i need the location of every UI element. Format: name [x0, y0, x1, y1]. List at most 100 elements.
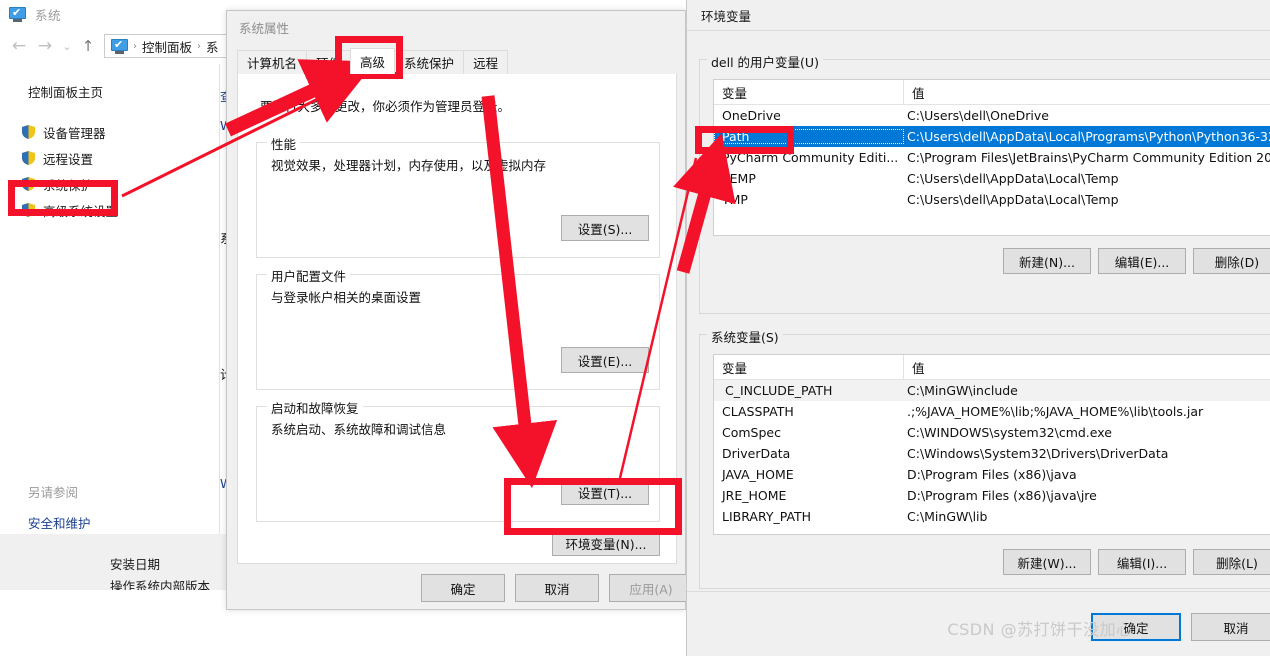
variable-name: CLASSPATH — [722, 404, 794, 419]
system-properties-footer: 确定 取消 应用(A) — [227, 568, 693, 610]
system-new-button[interactable]: 新建(W)... — [1003, 549, 1091, 575]
startup-recovery-description: 系统启动、系统故障和调试信息 — [271, 422, 447, 437]
user-variables-header: 变量 值 — [714, 80, 1270, 105]
environment-variables-title: 环境变量 — [701, 9, 752, 24]
column-header-value[interactable]: 值 — [904, 80, 1270, 104]
shield-icon — [22, 151, 35, 165]
ok-button[interactable]: 确定 — [421, 574, 505, 602]
system-edit-button[interactable]: 编辑(I)... — [1098, 549, 1186, 575]
performance-group: 性能 视觉效果，处理器计划，内存使用，以及虚拟内存 设置(S)... — [256, 134, 660, 258]
table-row[interactable]: TEMP C:\Users\dell\AppData\Local\Temp — [714, 168, 1270, 189]
system-variables-legend: 系统变量(S) — [707, 327, 783, 346]
sidebar-item-label: 设备管理器 — [43, 125, 106, 141]
table-row-selected[interactable]: Path C:\Users\dell\AppData\Local\Program… — [714, 126, 1270, 147]
startup-recovery-legend: 启动和故障恢复 — [267, 398, 363, 417]
variable-value: C:\Windows\System32\Drivers\DriverData — [907, 446, 1169, 461]
table-row[interactable]: DriverData C:\Windows\System32\Drivers\D… — [714, 443, 1270, 464]
shield-icon — [22, 125, 35, 139]
tab-remote[interactable]: 远程 — [463, 50, 509, 74]
variable-value: C:\MinGW\lib — [907, 509, 988, 524]
table-row[interactable]: PyCharm Community Editi... C:\Program Fi… — [714, 147, 1270, 168]
arrow-up-icon[interactable]: ↑ — [76, 33, 100, 59]
variable-name: ComSpec — [722, 425, 781, 440]
variable-value: C:\Users\dell\OneDrive — [907, 108, 1049, 123]
column-header-value[interactable]: 值 — [904, 355, 1270, 379]
variable-name: DriverData — [722, 446, 791, 461]
performance-legend: 性能 — [267, 134, 301, 153]
variable-name: TMP — [722, 192, 748, 207]
admin-note: 要进行大多数更改，你必须作为管理员登录。 — [260, 99, 511, 114]
user-variables-list[interactable]: 变量 值 OneDrive C:\Users\dell\OneDrive Pat… — [713, 79, 1270, 236]
system-variables-list[interactable]: 变量 值 C_INCLUDE_PATH C:\MinGW\include CLA… — [713, 354, 1270, 535]
variable-value: D:\Program Files (x86)\java — [907, 467, 1077, 482]
variable-name: LIBRARY_PATH — [722, 509, 812, 524]
see-also-link-security[interactable]: 安全和维护 — [28, 513, 91, 532]
environment-variables-body: dell 的用户变量(U) 变量 值 OneDrive C:\Users\del… — [687, 30, 1270, 656]
annotation-box-env-variables-button — [504, 478, 682, 535]
annotation-box-advanced-system-settings — [8, 180, 118, 216]
tab-advanced[interactable]: 高级 — [350, 48, 396, 74]
detail-row-label-0: 安装日期 — [110, 557, 161, 572]
tab-computer-name[interactable]: 计算机名 — [237, 50, 308, 74]
system-properties-tabstrip: 计算机名 硬件 高级 系统保护 远程 — [237, 48, 677, 75]
sidebar-item-remote-settings[interactable]: 远程设置 — [22, 145, 212, 171]
performance-description: 视觉效果，处理器计划，内存使用，以及虚拟内存 — [271, 158, 547, 173]
variable-value: C:\Users\dell\AppData\Local\Programs\Pyt… — [907, 129, 1270, 144]
breadcrumb-item-1[interactable]: 系 — [206, 37, 219, 56]
user-delete-button[interactable]: 删除(D) — [1193, 248, 1270, 274]
variable-value: C:\MinGW\include — [907, 383, 1018, 398]
variable-value: C:\Users\dell\AppData\Local\Temp — [907, 192, 1119, 207]
table-row[interactable]: ComSpec C:\WINDOWS\system32\cmd.exe — [714, 422, 1270, 443]
sidebar-item-home[interactable]: 控制面板主页 — [28, 82, 212, 101]
apply-button[interactable]: 应用(A) — [609, 574, 693, 602]
user-new-button[interactable]: 新建(N)... — [1003, 248, 1091, 274]
table-row[interactable]: TMP C:\Users\dell\AppData\Local\Temp — [714, 189, 1270, 210]
cancel-button[interactable]: 取消 — [1191, 613, 1270, 641]
variable-value: C:\WINDOWS\system32\cmd.exe — [907, 425, 1112, 440]
sidebar-item-label: 远程设置 — [43, 151, 94, 167]
variable-name: JAVA_HOME — [722, 467, 794, 482]
table-row[interactable]: C_INCLUDE_PATH C:\MinGW\include — [714, 380, 1270, 401]
table-row[interactable]: LIBRARY_PATH C:\MinGW\lib — [714, 506, 1270, 527]
breadcrumb-item-0[interactable]: 控制面板 — [142, 37, 192, 56]
variable-value: .;%JAVA_HOME%\lib;%JAVA_HOME%\lib\tools.… — [907, 404, 1204, 419]
footer-divider — [687, 591, 1270, 592]
environment-variables-dialog: 环境变量 dell 的用户变量(U) 变量 值 OneDrive C:\User… — [686, 0, 1270, 656]
user-profiles-legend: 用户配置文件 — [267, 266, 351, 285]
control-panel-sidebar: 控制面板主页 设备管理器 远程设置 系统保护 高级系统设置 另请参阅 安全和维护 — [0, 64, 212, 534]
arrow-right-icon[interactable]: → — [32, 33, 58, 59]
variable-name: C_INCLUDE_PATH — [725, 383, 833, 398]
system-monitor-icon: ✔ — [9, 6, 26, 22]
breadcrumb-separator-2: › — [197, 40, 202, 52]
variable-name: JRE_HOME — [722, 488, 787, 503]
variable-value: C:\Program Files\JetBrains\PyCharm Commu… — [907, 150, 1270, 165]
variable-name: OneDrive — [722, 108, 781, 123]
table-row[interactable]: JAVA_HOME D:\Program Files (x86)\java — [714, 464, 1270, 485]
window-title: 系统 — [35, 7, 62, 23]
user-profiles-settings-button[interactable]: 设置(E)... — [561, 347, 649, 373]
system-delete-button[interactable]: 删除(L) — [1193, 549, 1270, 575]
column-header-variable[interactable]: 变量 — [714, 355, 904, 379]
table-row[interactable]: JRE_HOME D:\Program Files (x86)\java\jre — [714, 485, 1270, 506]
see-also-section: 另请参阅 安全和维护 — [28, 482, 91, 532]
chevron-down-icon[interactable]: ⌄ — [58, 33, 76, 59]
annotation-box-path-row — [695, 126, 794, 154]
user-edit-button[interactable]: 编辑(E)... — [1098, 248, 1186, 274]
table-row[interactable]: CLASSPATH .;%JAVA_HOME%\lib;%JAVA_HOME%\… — [714, 401, 1270, 422]
system-properties-title: 系统属性 — [239, 20, 290, 36]
variable-value: C:\Users\dell\AppData\Local\Temp — [907, 171, 1119, 186]
performance-settings-button[interactable]: 设置(S)... — [561, 215, 649, 241]
see-also-title: 另请参阅 — [28, 485, 79, 500]
column-header-variable[interactable]: 变量 — [714, 80, 904, 104]
watermark: CSDN @苏打饼干没加心 — [947, 620, 1133, 639]
breadcrumb-system-icon: ✔ — [111, 38, 128, 54]
user-profiles-group: 用户配置文件 与登录帐户相关的桌面设置 设置(E)... — [256, 266, 660, 390]
table-row[interactable]: OneDrive C:\Users\dell\OneDrive — [714, 105, 1270, 126]
user-profiles-description: 与登录帐户相关的桌面设置 — [271, 290, 422, 305]
detail-row-label-1: 操作系统内部版本 — [110, 579, 211, 590]
variable-name: TEMP — [722, 171, 756, 186]
arrow-left-icon[interactable]: ← — [6, 33, 32, 59]
sidebar-item-device-manager[interactable]: 设备管理器 — [22, 119, 212, 145]
tab-system-protection[interactable]: 系统保护 — [394, 50, 465, 74]
cancel-button[interactable]: 取消 — [515, 574, 599, 602]
